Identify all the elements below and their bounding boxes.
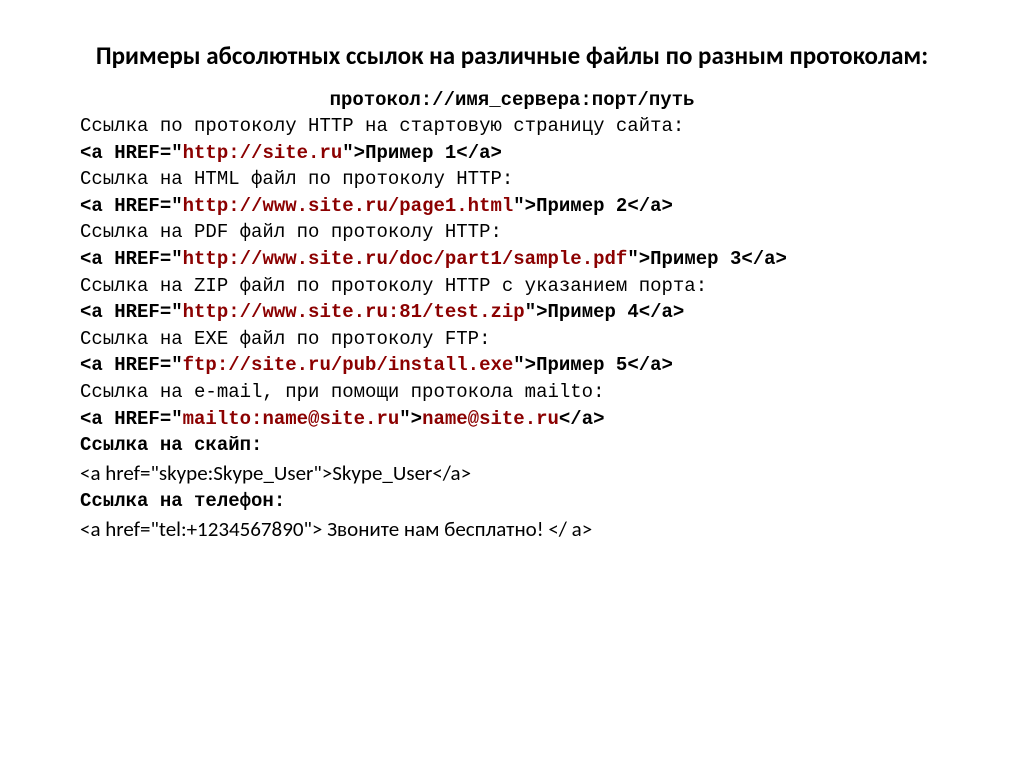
code-pre: <a HREF=" [80, 301, 183, 323]
example-6-code: <a HREF="mailto:name@site.ru">name@site.… [80, 406, 944, 433]
link-text: Пример 4 [548, 301, 639, 323]
code-end: </a> [639, 301, 685, 323]
link-text: Пример 1 [365, 142, 456, 164]
format-line: протокол://имя_сервера:порт/путь [80, 87, 944, 114]
example-4-code: <a HREF="http://www.site.ru:81/test.zip"… [80, 299, 944, 326]
link-text: Пример 2 [536, 195, 627, 217]
code-mid: "> [525, 301, 548, 323]
example-5-code: <a HREF="ftp://site.ru/pub/install.exe">… [80, 352, 944, 379]
example-3-code: <a HREF="http://www.site.ru/doc/part1/sa… [80, 246, 944, 273]
tel-code: <a href="tel:+1234567890"> Звоните нам б… [80, 515, 944, 544]
code-mid: "> [513, 195, 536, 217]
link-text: name@site.ru [422, 408, 559, 430]
code-mid: "> [513, 354, 536, 376]
code-pre: <a HREF=" [80, 142, 183, 164]
link-text: Пример 3 [650, 248, 741, 270]
code-url: http://www.site.ru/doc/part1/sample.pdf [183, 248, 628, 270]
code-url: mailto:name@site.ru [183, 408, 400, 430]
example-4-desc: Ссылка на ZIP файл по протоколу HTTP с у… [80, 273, 944, 300]
example-2-desc: Ссылка на HTML файл по протоколу HTTP: [80, 166, 944, 193]
code-end: </a> [627, 354, 673, 376]
link-text: Пример 5 [536, 354, 627, 376]
code-url: http://www.site.ru:81/test.zip [183, 301, 525, 323]
code-pre: <a HREF=" [80, 408, 183, 430]
example-6-desc: Ссылка на e-mail, при помощи протокола m… [80, 379, 944, 406]
code-mid: "> [399, 408, 422, 430]
code-url: http://www.site.ru/page1.html [183, 195, 514, 217]
code-end: </a> [456, 142, 502, 164]
example-1-code: <a HREF="http://site.ru">Пример 1</a> [80, 140, 944, 167]
skype-code: <a href="skype:Skype_User">Skype_User</a… [80, 459, 944, 488]
example-1-desc: Ссылка по протоколу HTTP на стартовую ст… [80, 113, 944, 140]
code-pre: <a HREF=" [80, 195, 183, 217]
example-2-code: <a HREF="http://www.site.ru/page1.html">… [80, 193, 944, 220]
code-pre: <a HREF=" [80, 248, 183, 270]
code-end: </a> [559, 408, 605, 430]
code-end: </a> [627, 195, 673, 217]
code-url: http://site.ru [183, 142, 343, 164]
code-end: </a> [741, 248, 787, 270]
page-title: Примеры абсолютных ссылок на различные ф… [80, 40, 944, 73]
code-url: ftp://site.ru/pub/install.exe [183, 354, 514, 376]
code-mid: "> [342, 142, 365, 164]
example-3-desc: Ссылка на PDF файл по протоколу HTTP: [80, 219, 944, 246]
skype-heading: Ссылка на скайп: [80, 432, 944, 459]
tel-heading: Ссылка на телефон: [80, 488, 944, 515]
example-5-desc: Ссылка на EXE файл по протоколу FTP: [80, 326, 944, 353]
code-pre: <a HREF=" [80, 354, 183, 376]
code-mid: "> [627, 248, 650, 270]
